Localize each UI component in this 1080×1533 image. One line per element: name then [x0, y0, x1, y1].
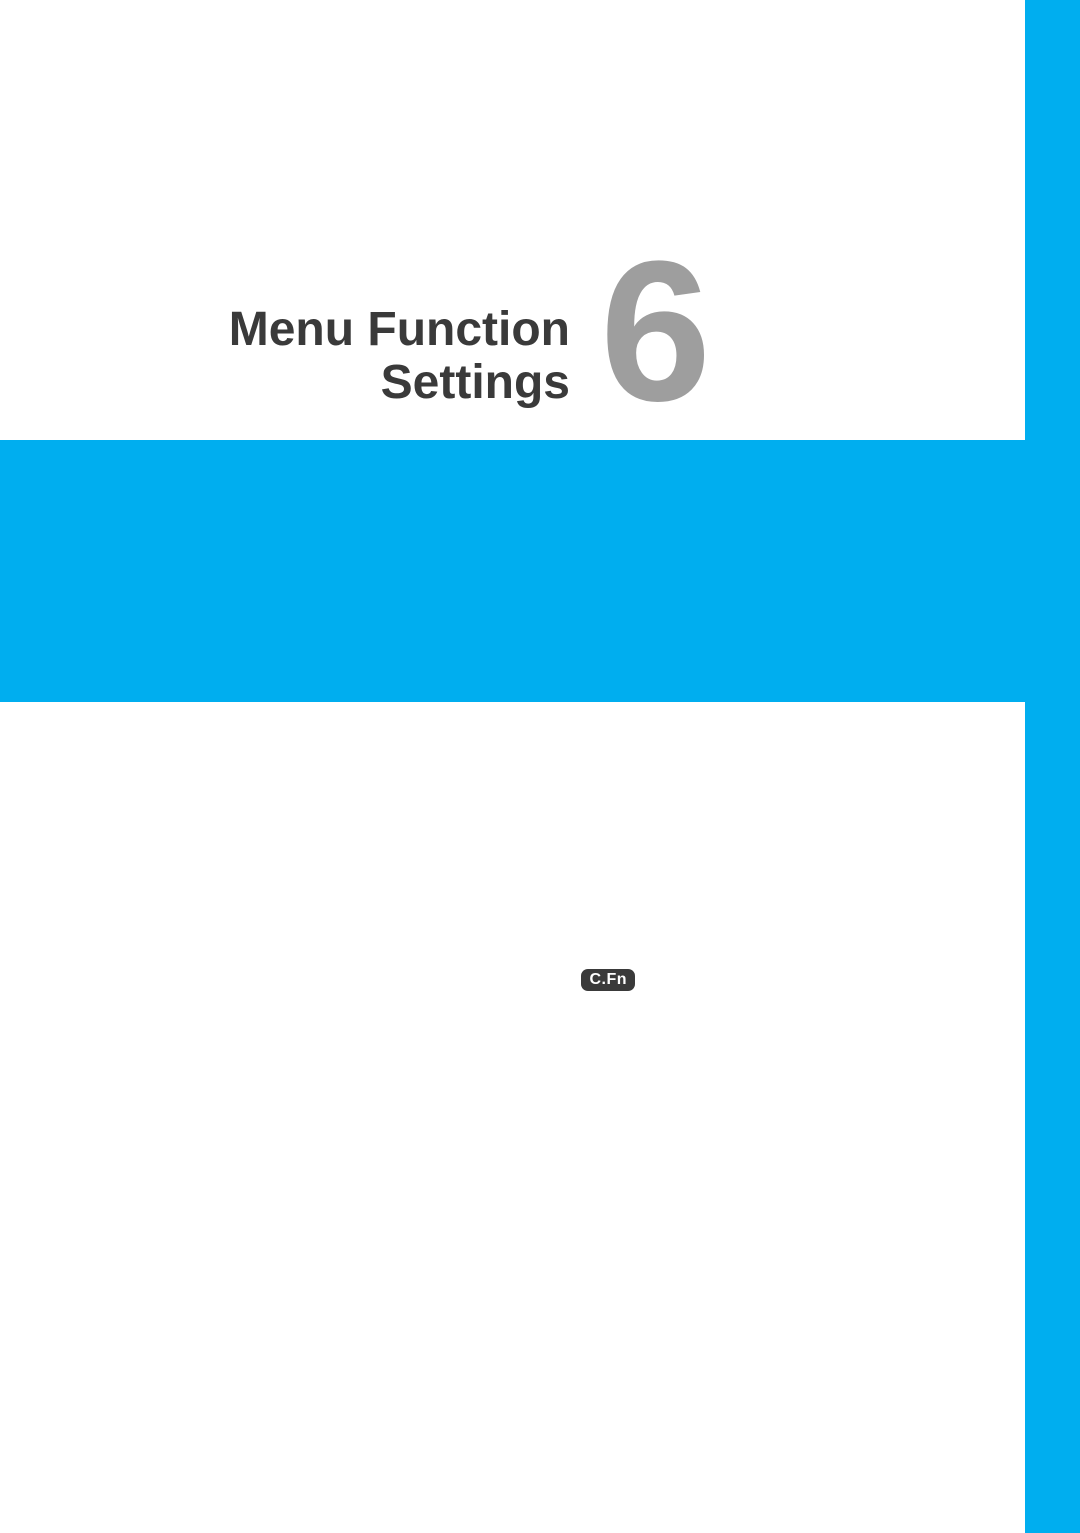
chapter-title-line-1: Menu Function: [70, 304, 570, 357]
right-accent-band: [1025, 0, 1080, 1533]
intro-paragraph-2: This chapter lists the EOS D30's menu fu…: [78, 1027, 958, 1126]
chapter-title: Menu Function Settings: [70, 304, 570, 410]
chapter-header: 6 Menu Function Settings: [0, 0, 1025, 440]
page-content: 6 Menu Function Settings You can make a …: [0, 0, 1025, 1533]
cfn-badge: C.Fn: [581, 969, 635, 991]
intro-band: You can make a variety of settings from …: [0, 440, 1025, 702]
chapter-number: 6: [600, 232, 703, 432]
intro-text: You can make a variety of settings from …: [78, 895, 958, 1125]
intro-paragraph-1: You can make a variety of settings from …: [78, 895, 958, 1027]
chapter-title-line-2: Settings: [70, 357, 570, 410]
